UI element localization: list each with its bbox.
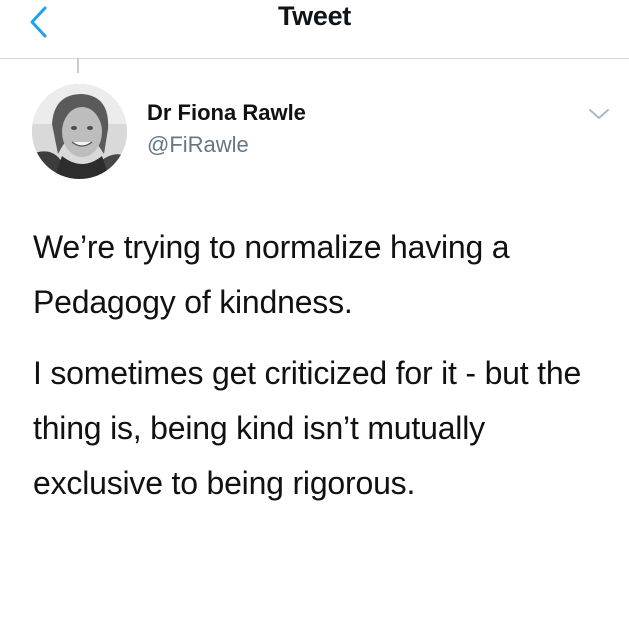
tweet-text: We’re trying to normalize having a Pedag… bbox=[33, 220, 603, 511]
author-handle[interactable]: @FiRawle bbox=[147, 131, 306, 159]
author-display-name[interactable]: Dr Fiona Rawle bbox=[147, 99, 306, 127]
navigation-bar: Tweet bbox=[0, 0, 629, 59]
profile-photo bbox=[32, 84, 127, 179]
chevron-down-icon bbox=[589, 109, 609, 119]
author-info: Dr Fiona Rawle @FiRawle bbox=[147, 99, 306, 159]
avatar[interactable] bbox=[32, 84, 127, 179]
tweet-paragraph: We’re trying to normalize having a Pedag… bbox=[33, 229, 510, 320]
tweet-paragraph: I sometimes get criticized for it - but … bbox=[33, 355, 582, 501]
page-title: Tweet bbox=[277, 1, 351, 31]
thread-connector-line bbox=[77, 58, 79, 73]
tweet-menu-button[interactable] bbox=[587, 106, 611, 122]
